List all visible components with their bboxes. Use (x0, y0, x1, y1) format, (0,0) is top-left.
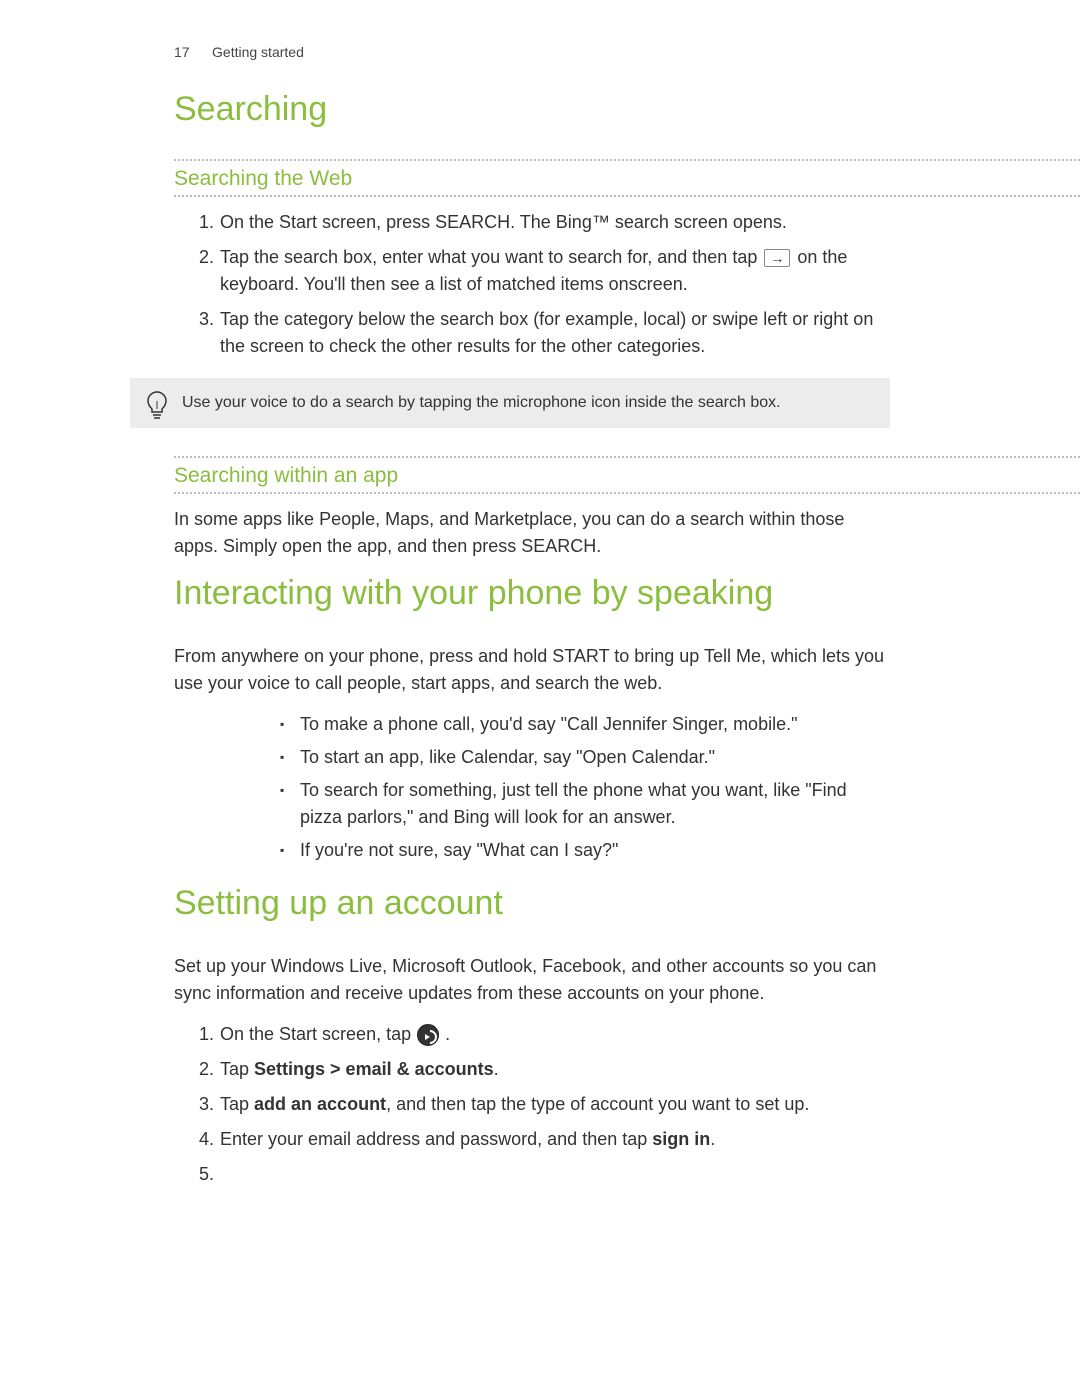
list-item: If you're not sure, say "What can I say?… (280, 837, 880, 864)
step-text-bold: Settings > email & accounts (254, 1059, 494, 1079)
paragraph: In some apps like People, Maps, and Mark… (0, 506, 1080, 560)
bullet-text: To search for something, just tell the p… (300, 780, 847, 827)
tip-text: Use your voice to do a search by tapping… (182, 394, 781, 411)
step-text: . (494, 1059, 499, 1079)
step-text: . (710, 1129, 715, 1149)
breadcrumb: Getting started (212, 44, 304, 60)
step-text: , and then tap the type of account you w… (386, 1094, 809, 1114)
account-steps: 1. On the Start screen, tap . 2. Tap Set… (0, 1021, 1080, 1153)
searching-web-steps: 1.On the Start screen, press SEARCH. The… (0, 209, 1080, 360)
list-item: 2. Tap the search box, enter what you wa… (200, 244, 890, 298)
subheading-label: Searching within an app (174, 458, 1080, 492)
go-key-icon: → (764, 249, 790, 267)
lightbulb-icon (144, 390, 170, 422)
list-item: 4. Enter your email address and password… (200, 1126, 890, 1153)
page-number: 17 (174, 44, 190, 60)
subheading-searching-app: Searching within an app (174, 456, 1080, 494)
step-text: On the Start screen, tap (220, 1024, 416, 1044)
heading-account: Setting up an account (0, 884, 1080, 923)
step-text-bold: sign in (652, 1129, 710, 1149)
step-text: On the Start screen, press SEARCH. The B… (220, 212, 787, 232)
step-text: Tap (220, 1059, 254, 1079)
heading-speaking: Interacting with your phone by speaking (0, 574, 1080, 613)
step-text: Tap (220, 1094, 254, 1114)
list-item: To search for something, just tell the p… (280, 777, 880, 831)
bullet-text: To start an app, like Calendar, say "Ope… (300, 747, 715, 767)
tip-box: Use your voice to do a search by tapping… (130, 378, 890, 428)
page-header: 17 Getting started (0, 44, 1080, 62)
step-text-bold: add an account (254, 1094, 386, 1114)
list-item: 2. Tap Settings > email & accounts. (200, 1056, 890, 1083)
list-item: 3. Tap add an account, and then tap the … (200, 1091, 890, 1118)
step-text: Tap the category below the search box (f… (220, 309, 873, 356)
list-item: 3.Tap the category below the search box … (200, 306, 890, 360)
paragraph: From anywhere on your phone, press and h… (0, 643, 1080, 697)
bullet-text: If you're not sure, say "What can I say?… (300, 840, 618, 860)
step-text: Enter your email address and password, a… (220, 1129, 652, 1149)
arrow-button-icon (417, 1024, 439, 1046)
heading-searching: Searching (0, 90, 1080, 129)
paragraph: Set up your Windows Live, Microsoft Outl… (0, 953, 1080, 1007)
page: 17 Getting started Searching Searching t… (0, 0, 1080, 1153)
list-item: To make a phone call, you'd say "Call Je… (280, 711, 880, 738)
subheading-searching-web: Searching the Web (174, 159, 1080, 197)
subheading-label: Searching the Web (174, 161, 1080, 195)
step-text: . (445, 1024, 450, 1044)
list-item: To start an app, like Calendar, say "Ope… (280, 744, 880, 771)
speaking-bullets: To make a phone call, you'd say "Call Je… (0, 711, 1080, 864)
bullet-text: To make a phone call, you'd say "Call Je… (300, 714, 797, 734)
list-item: 1. On the Start screen, tap . (200, 1021, 890, 1048)
list-item: 1.On the Start screen, press SEARCH. The… (200, 209, 890, 236)
step-text: Tap the search box, enter what you want … (220, 247, 762, 267)
